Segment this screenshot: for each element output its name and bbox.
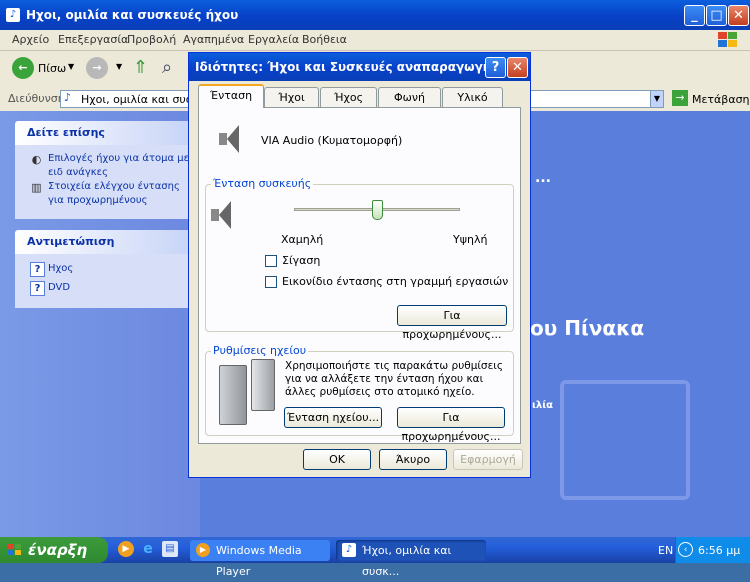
up-folder-icon[interactable]: ⇑ [133, 56, 155, 80]
cancel-button[interactable]: Άκυρο [379, 449, 447, 470]
back-arrow-icon[interactable]: ← [12, 57, 34, 79]
tray-icon-label[interactable]: Εικονίδιο έντασης στη γραμμή εργασιών [282, 275, 508, 288]
tab-volume[interactable]: Ένταση [198, 84, 264, 108]
show-desktop-icon[interactable]: ▤ [162, 541, 178, 557]
tab-sounds[interactable]: Ήχοι [264, 87, 319, 107]
speaker-advanced-button[interactable]: Για προχωρημένους... [397, 407, 505, 443]
device-name: VIA Audio (Κυματομορφή) [261, 134, 403, 147]
dialog-close-button[interactable]: ✕ [507, 57, 528, 78]
dialog-title: Ιδιότητες: Ήχοι και Συσκευές αναπαραγωγή… [195, 60, 499, 74]
volume-slider-thumb[interactable] [371, 200, 383, 220]
speaker-settings-group-label: Ρυθμίσεις ηχείου [211, 344, 309, 357]
internet-explorer-icon[interactable]: e [140, 541, 156, 557]
taskbar-sounds-window[interactable]: Ήχοι, ομιλία και συσκ... [336, 540, 486, 578]
apply-button: Εφαρμογή [453, 449, 523, 470]
address-dropdown-icon[interactable]: ▼ [650, 90, 664, 108]
speakers-icon [219, 359, 279, 425]
tab-hardware[interactable]: Υλικό [442, 87, 503, 107]
tray-icon-checkbox[interactable] [265, 276, 277, 288]
search-icon[interactable]: ⌕ [162, 56, 186, 80]
media-player-icon: ▶ [196, 543, 210, 557]
properties-dialog: Ιδιότητες: Ήχοι και Συσκευές αναπαραγωγή… [188, 52, 531, 478]
speaker-volume-button[interactable]: Ένταση ηχείου... [284, 407, 382, 428]
dialog-help-button[interactable]: ? [485, 57, 506, 78]
clock: 6:56 μμ [698, 544, 741, 557]
bg-text-ellipsis: ... [535, 170, 551, 186]
go-button[interactable]: Μετάβαση [692, 93, 750, 106]
tab-audio[interactable]: Ήχος [320, 87, 377, 107]
go-arrow-icon[interactable]: → [672, 90, 688, 106]
menu-tools[interactable]: Εργαλεία [248, 33, 299, 46]
forward-dropdown-icon[interactable]: ▼ [116, 62, 122, 71]
troubleshoot-link-sound[interactable]: Ηχος [48, 262, 193, 276]
help-icon: ? [30, 262, 45, 277]
ok-button[interactable]: OK [303, 449, 371, 470]
address-label: Διεύθυνση [8, 92, 65, 105]
menu-view[interactable]: Προβολή [127, 33, 176, 46]
help-icon: ? [30, 281, 45, 296]
volume-speaker-icon [211, 199, 237, 231]
volume-control-icon: ▥ [31, 181, 42, 194]
taskbar-media-player[interactable]: Windows Media Player [190, 540, 330, 578]
see-also-header[interactable]: Δείτε επίσης [15, 121, 195, 145]
language-indicator[interactable]: EN [658, 544, 673, 557]
back-dropdown-icon[interactable]: ▼ [68, 62, 74, 71]
speaker-icon [219, 123, 245, 155]
media-player-quicklaunch-icon[interactable]: ▶ [118, 541, 134, 557]
windows-logo-icon [718, 32, 738, 48]
mute-label[interactable]: Σίγαση [282, 254, 320, 267]
device-advanced-button[interactable]: Για προχωρημένους... [397, 305, 507, 341]
see-also-link-accessibility[interactable]: Επιλογές ήχου για άτομα με ειδ ανάγκες [48, 152, 193, 180]
start-label: έναρξη [28, 541, 88, 559]
see-also-link-volume[interactable]: Στοιχεία ελέγχου έντασης για προχωρημένο… [48, 180, 193, 208]
troubleshoot-link-dvd[interactable]: DVD [48, 281, 193, 295]
mute-checkbox[interactable] [265, 255, 277, 267]
forward-arrow-icon[interactable]: → [86, 57, 108, 79]
sound-accessibility-icon: ◐ [31, 153, 42, 166]
explorer-close-button[interactable]: ✕ [728, 5, 749, 26]
folder-sound-icon: ♪ [6, 8, 20, 22]
menu-file[interactable]: Αρχείο [12, 33, 49, 46]
explorer-title: Ηχοι, ομιλία και συσκευές ήχου [26, 8, 239, 22]
tray-expand-icon[interactable]: ‹ [678, 542, 693, 557]
address-folder-icon: ♪ [64, 91, 72, 104]
tab-voice[interactable]: Φωνή [378, 87, 441, 107]
bg-checkmark-watermark [560, 380, 690, 500]
menu-help[interactable]: Βοήθεια [302, 33, 347, 46]
minimize-button[interactable]: _ [684, 5, 705, 26]
bg-text-speech: ιλία [532, 400, 553, 411]
slider-high-label: Υψηλή [453, 233, 488, 246]
back-label[interactable]: Πίσω [38, 62, 66, 75]
sounds-folder-icon: ♪ [342, 543, 356, 557]
device-volume-group-label: Ένταση συσκευής [211, 177, 314, 190]
start-windows-icon [8, 544, 22, 556]
speaker-description: Χρησιμοποιήστε τις παρακάτω ρυθμίσεις γι… [285, 360, 503, 398]
menu-favorites[interactable]: Αγαπημένα [183, 33, 244, 46]
slider-low-label: Χαμηλή [281, 233, 324, 246]
troubleshoot-header[interactable]: Αντιμετώπιση προβλημάτων [15, 230, 195, 272]
bg-text-control-panel: ου Πίνακα [530, 316, 645, 340]
maximize-button[interactable]: □ [706, 5, 727, 26]
menu-edit[interactable]: Επεξεργασία [58, 33, 128, 46]
